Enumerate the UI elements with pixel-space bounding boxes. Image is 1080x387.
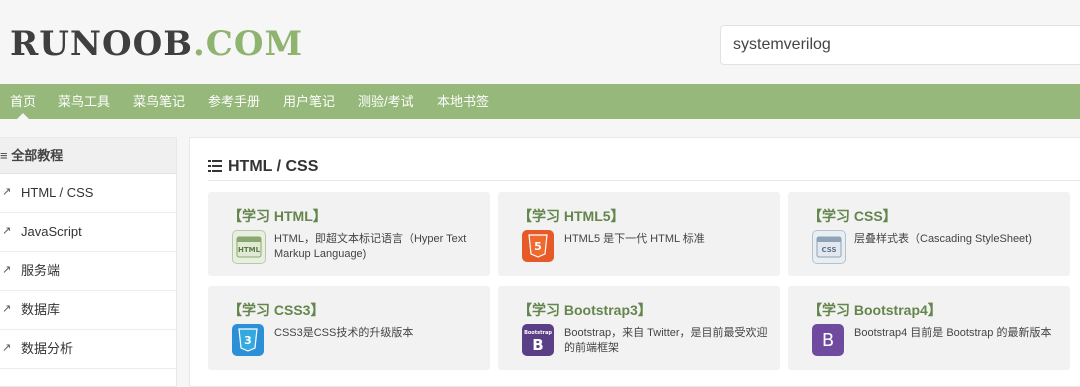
sidebar-item-label: HTML / CSS	[21, 185, 94, 200]
card-description: Bootstrap4 目前是 Bootstrap 的最新版本	[854, 327, 1052, 339]
logo-text-runoob: RUNOOB	[10, 24, 193, 64]
nav-item-tools[interactable]: 菜鸟工具	[58, 84, 110, 119]
bootstrap4-icon: B	[812, 324, 844, 356]
sidebar-item-label: 数据分析	[21, 341, 74, 356]
html-icon: HTML	[232, 230, 266, 264]
course-card-css3[interactable]: 【学习 CSS3】 3 CSS3是CSS技术的升级版本	[208, 286, 490, 370]
header: RUNOOB.COM	[0, 0, 1080, 84]
card-description: 层叠样式表（Cascading StyleSheet)	[854, 233, 1032, 245]
svg-text:5: 5	[534, 240, 542, 253]
card-title[interactable]: 【学习 CSS】	[808, 206, 897, 226]
svg-text:3: 3	[244, 334, 252, 347]
main-content: HTML / CSS 【学习 HTML】 HTML HTML，即超文本标记语言（…	[189, 137, 1080, 387]
list-icon	[208, 160, 222, 172]
card-title[interactable]: 【学习 CSS3】	[228, 300, 324, 320]
course-card-bootstrap4[interactable]: 【学习 Bootstrap4】 B Bootstrap4 目前是 Bootstr…	[788, 286, 1070, 370]
card-description: HTML5 是下一代 HTML 标准	[564, 233, 705, 245]
sidebar-item-server[interactable]: ↗ 服务端	[0, 252, 176, 291]
course-card-bootstrap3[interactable]: 【学习 Bootstrap3】 Bootstrap B Bootstrap，来自…	[498, 286, 780, 370]
course-card-html5[interactable]: 【学习 HTML5】 5 HTML5 是下一代 HTML 标准	[498, 192, 780, 276]
svg-text:B: B	[532, 336, 543, 354]
course-card-css[interactable]: 【学习 CSS】 CSS 层叠样式表（Cascading StyleSheet)	[788, 192, 1070, 276]
sidebar-item-javascript[interactable]: ↗ JavaScript	[0, 213, 176, 252]
site-logo[interactable]: RUNOOB.COM	[10, 22, 303, 66]
sidebar-item-database[interactable]: ↗ 数据库	[0, 291, 176, 330]
card-title[interactable]: 【学习 Bootstrap3】	[518, 300, 652, 320]
card-title[interactable]: 【学习 Bootstrap4】	[808, 300, 942, 320]
html5-icon: 5	[522, 230, 554, 262]
svg-text:CSS: CSS	[821, 246, 836, 254]
card-description: CSS3是CSS技术的升级版本	[274, 327, 414, 339]
external-link-icon: ↗	[2, 264, 12, 276]
sidebar-item-label: JavaScript	[21, 224, 82, 239]
svg-text:HTML: HTML	[238, 246, 261, 254]
sidebar-item-label: 服务端	[21, 263, 61, 278]
nav-item-bookmarks[interactable]: 本地书签	[437, 84, 489, 119]
logo-text-com: .COM	[192, 24, 304, 64]
css-icon: CSS	[812, 230, 846, 264]
card-description: Bootstrap，来自 Twitter，是目前最受欢迎的前端框架	[564, 327, 768, 354]
main-nav: 首页 菜鸟工具 菜鸟笔记 参考手册 用户笔记 测验/考试 本地书签	[0, 84, 1080, 119]
section-title: HTML / CSS	[208, 158, 318, 176]
sidebar: ≡ 全部教程 ↗ HTML / CSS ↗ JavaScript ↗ 服务端 ↗…	[0, 137, 177, 387]
divider	[208, 180, 1080, 181]
nav-item-user-notes[interactable]: 用户笔记	[283, 84, 335, 119]
nav-item-reference[interactable]: 参考手册	[208, 84, 260, 119]
card-description: HTML，即超文本标记语言（Hyper Text Markup Language…	[274, 233, 467, 260]
card-title[interactable]: 【学习 HTML5】	[518, 206, 625, 226]
nav-item-notes[interactable]: 菜鸟笔记	[133, 84, 185, 119]
sidebar-item-html-css[interactable]: ↗ HTML / CSS	[0, 174, 176, 213]
external-link-icon: ↗	[2, 225, 12, 237]
section-title-text: HTML / CSS	[228, 158, 319, 175]
search-input[interactable]	[720, 25, 1080, 65]
nav-item-quiz[interactable]: 测验/考试	[358, 84, 414, 119]
css3-icon: 3	[232, 324, 264, 356]
external-link-icon: ↗	[2, 342, 12, 354]
card-title[interactable]: 【学习 HTML】	[228, 206, 327, 226]
external-link-icon: ↗	[2, 303, 12, 315]
sidebar-item-data-analysis[interactable]: ↗ 数据分析	[0, 330, 176, 369]
sidebar-item-label: 数据库	[21, 302, 61, 317]
nav-item-home[interactable]: 首页	[10, 84, 36, 119]
external-link-icon: ↗	[2, 186, 12, 198]
bootstrap3-icon: Bootstrap B	[522, 324, 554, 356]
course-card-html[interactable]: 【学习 HTML】 HTML HTML，即超文本标记语言（Hyper Text …	[208, 192, 490, 276]
sidebar-heading[interactable]: ≡ 全部教程	[0, 138, 176, 174]
bootstrap-b-glyph: B	[821, 329, 835, 351]
